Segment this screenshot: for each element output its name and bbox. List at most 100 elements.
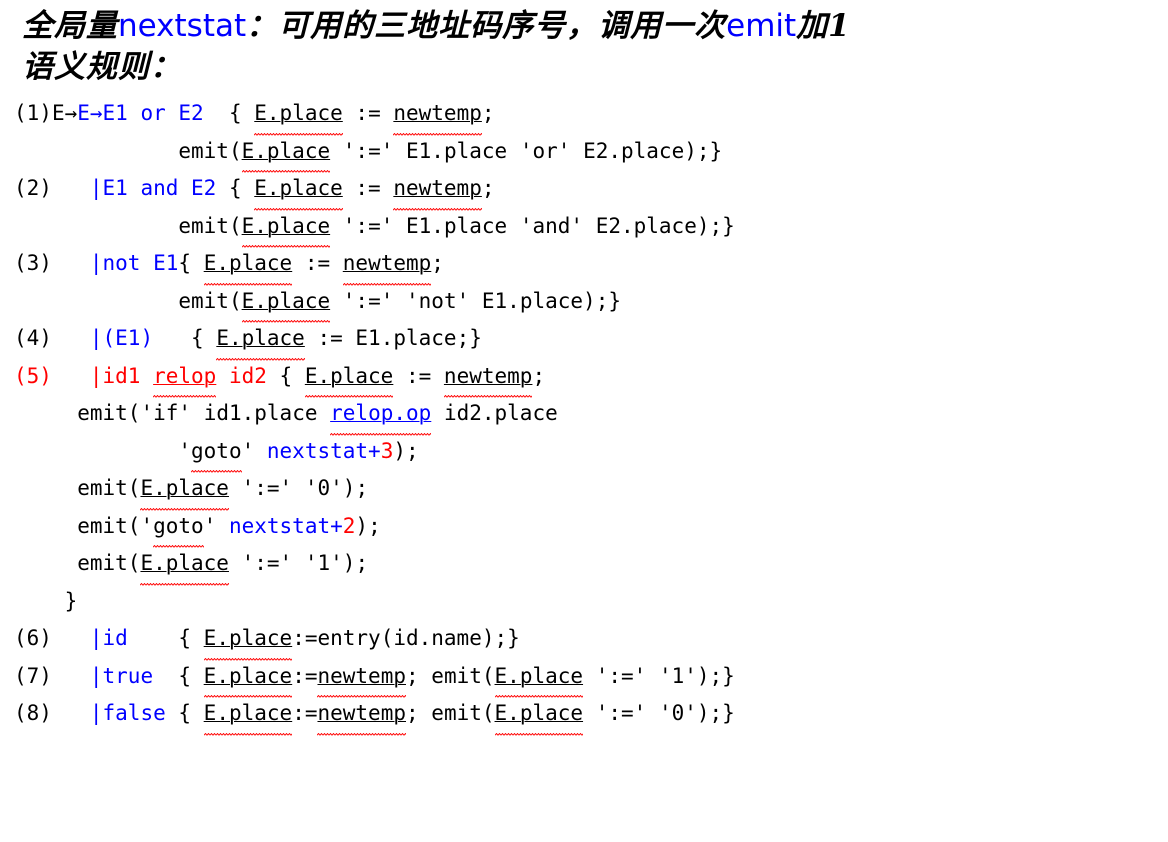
newtemp-token: newtemp	[342, 245, 432, 286]
global-var-emit-token: emit	[726, 8, 797, 44]
assign-quoted: ':='	[241, 551, 293, 575]
emit-call: emit	[431, 701, 482, 725]
global-var-note-cjk-2: ：可用的三地址码序号，调用一次	[246, 8, 727, 44]
rule-3-rhs: |not E1	[89, 251, 179, 275]
rule-4-line-1: (4) |(E1) { E.place := E1.place;}	[14, 320, 1168, 361]
rule-1-number: (1)	[14, 101, 52, 125]
rule-7-rhs: |true	[89, 663, 154, 688]
assign-quoted: ':='	[342, 213, 394, 238]
rule-2-rhs: |E1 and E2	[89, 176, 217, 200]
e-place-token: E.place	[203, 695, 293, 736]
global-var-nextstat-token: nextstat	[118, 8, 247, 44]
rule-5-line-6: emit(E.place ':=' '1');	[14, 545, 1168, 586]
emit-call: emit	[77, 551, 128, 575]
rule-8-number: (8)	[14, 701, 52, 725]
rule-4-number: (4)	[14, 326, 52, 350]
rule-5-number: (5)	[14, 363, 52, 388]
rule-5-line-5: emit('goto' nextstat+2);	[14, 507, 1168, 548]
one-quoted: '1'	[304, 551, 343, 575]
offset-two: 2	[342, 513, 356, 538]
e-place-token: E.place	[203, 245, 293, 286]
e-place-token: E.place	[241, 132, 331, 173]
e2-place-token: E2.place	[595, 213, 697, 238]
rule-2-number: (2)	[14, 176, 52, 200]
rule-6-number: (6)	[14, 626, 52, 650]
rules-block: (1)E→E→E1 or E2 { E.place := newtemp; em…	[0, 95, 1168, 736]
semantic-rules-heading-text: 语义规则：	[22, 49, 182, 85]
newtemp-token: newtemp	[393, 170, 482, 211]
newtemp-token: newtemp	[317, 657, 406, 698]
emit-call: emit	[77, 513, 128, 538]
not-quoted: 'not'	[406, 288, 470, 313]
e-place-token: E.place	[203, 657, 293, 698]
emit-call: emit	[178, 288, 229, 313]
rule-1-line-2: emit(E.place ':=' E1.place 'or' E2.place…	[14, 132, 1168, 173]
e-place-token: E.place	[494, 695, 584, 736]
rule-3-line-2: emit(E.place ':=' 'not' E1.place);}	[14, 282, 1168, 323]
rule-5-rhs-part1: |id1	[89, 363, 154, 388]
emit-call: emit	[77, 401, 128, 425]
and-quoted: 'and'	[519, 213, 584, 238]
newtemp-token: newtemp	[317, 695, 406, 736]
rule-5-line-1: (5) |id1 relop id2 { E.place := newtemp;	[14, 357, 1168, 398]
or-quoted: 'or'	[519, 138, 571, 163]
relop-op-token: relop.op	[330, 395, 432, 436]
e-place-token: E.place	[254, 95, 343, 136]
e2-place-token: E2.place	[583, 138, 685, 163]
slide-page: 全局量nextstat：可用的三地址码序号，调用一次emit加1 语义规则： (…	[0, 0, 1168, 842]
id2-place-token: id2.place	[443, 401, 558, 425]
rule-2-line-1: (2) |E1 and E2 { E.place := newtemp;	[14, 170, 1168, 211]
goto-token: goto	[153, 507, 204, 548]
rule-7-number: (7)	[14, 663, 52, 688]
newtemp-token: newtemp	[393, 95, 482, 136]
closing-brace: }	[64, 588, 78, 613]
e-place-token: E.place	[140, 470, 229, 511]
nextstat-token: nextstat+	[266, 438, 381, 463]
rule-3-line-1: (3) |not E1{ E.place := newtemp;	[14, 245, 1168, 286]
e-place-token: E.place	[216, 320, 305, 361]
rule-5-line-2: emit('if' id1.place relop.op id2.place	[14, 395, 1168, 436]
offset-three: 3	[380, 438, 394, 463]
rule-5-rhs-part2: id2	[216, 363, 267, 388]
rule-5-line-4: emit(E.place ':=' '0');	[14, 470, 1168, 511]
rule-8-rhs: |false	[89, 701, 166, 725]
semantic-rules-heading: 语义规则：	[22, 47, 1168, 88]
rule-1-line-1: (1)E→E→E1 or E2 { E.place := newtemp;	[14, 95, 1168, 136]
rule-1-lhs: E	[51, 101, 65, 125]
emit-call: emit	[77, 476, 128, 500]
rule-6-line-1: (6) |id { E.place:=entry(id.name);}	[14, 620, 1168, 661]
heading-block: 全局量nextstat：可用的三地址码序号，调用一次emit加1 语义规则：	[0, 0, 1168, 88]
assign-quoted: ':='	[342, 288, 394, 313]
assign-quoted: ':='	[595, 701, 647, 725]
e1-place-token: E1.place	[355, 326, 457, 350]
emit-call: emit	[178, 213, 229, 238]
global-var-note-line: 全局量nextstat：可用的三地址码序号，调用一次emit加1	[22, 6, 1168, 47]
rule-5-line-7: }	[14, 583, 1168, 621]
zero-quoted: '0'	[658, 701, 697, 725]
e-place-token: E.place	[494, 657, 584, 698]
arrow-icon: →	[64, 101, 78, 125]
rule-2-line-2: emit(E.place ':=' E1.place 'and' E2.plac…	[14, 207, 1168, 248]
id1-place-token: id1.place	[203, 401, 318, 425]
rule-1-rhs: E→E1 or E2	[77, 101, 204, 125]
nextstat-token: nextstat+	[228, 513, 343, 538]
zero-quoted: '0'	[304, 476, 343, 500]
e-place-token: E.place	[304, 357, 394, 398]
e1-place-token: E1.place	[406, 138, 508, 163]
global-var-note-cjk-3: 加1	[796, 8, 851, 44]
emit-call: emit	[431, 663, 482, 688]
if-quoted: 'if'	[140, 401, 192, 425]
rule-4-rhs: |(E1)	[89, 326, 154, 350]
newtemp-token: newtemp	[443, 357, 533, 398]
global-var-note-cjk-1: 全局量	[22, 8, 118, 44]
e-place-token: E.place	[241, 207, 331, 248]
goto-token: goto	[191, 432, 242, 473]
assign-quoted: ':='	[241, 476, 293, 500]
rule-8-line-1: (8) |false { E.place:=newtemp; emit(E.pl…	[14, 695, 1168, 736]
e-place-token: E.place	[254, 170, 343, 211]
relop-token: relop	[153, 357, 217, 398]
e-place-token: E.place	[140, 545, 229, 586]
e1-place-token: E1.place	[406, 213, 508, 238]
emit-call: emit	[178, 138, 229, 163]
assign-quoted: ':='	[342, 138, 394, 163]
